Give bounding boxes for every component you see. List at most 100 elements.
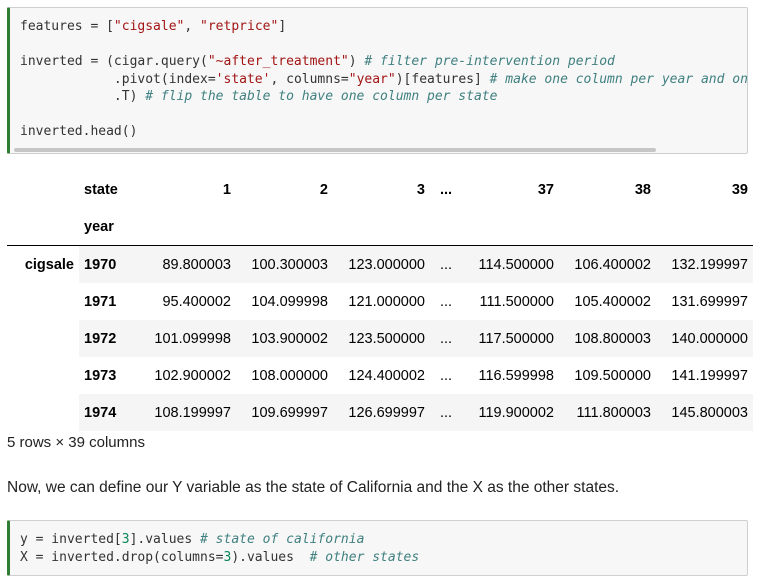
row-group-blank <box>7 394 79 431</box>
table-cell: 109.500000 <box>559 357 656 394</box>
table-cell: 123.500000 <box>333 320 430 357</box>
code-text: X = inverted.drop(columns= <box>20 549 224 565</box>
code-text: y = inverted[ <box>20 532 122 547</box>
table-cell: 141.199997 <box>656 357 753 394</box>
row-group-blank <box>7 320 79 357</box>
index-header-blank <box>7 171 79 208</box>
table-cell: 126.699997 <box>333 394 430 431</box>
code-text: , columns= <box>270 71 349 87</box>
table-row: 1971 95.400002 104.099998 121.000000 ...… <box>7 283 753 320</box>
header-empty <box>462 208 559 246</box>
column-header: 38 <box>634 181 651 198</box>
header-empty <box>559 208 656 246</box>
header-empty <box>139 208 236 246</box>
code-string: "retprice" <box>200 19 279 34</box>
index-header-blank <box>7 208 79 246</box>
column-header: 1 <box>222 181 231 198</box>
row-group-blank <box>7 357 79 394</box>
code-cell-1[interactable]: features = ["cigsale", "retprice"] inver… <box>7 7 748 154</box>
table-cell: 108.199997 <box>139 394 236 431</box>
table-row: 1974 108.199997 109.699997 126.699997 ..… <box>7 394 753 431</box>
table-header-row: state 1 2 3 ... 37 38 39 <box>7 171 753 208</box>
table-cell: 100.300003 <box>236 245 333 283</box>
code-text: , <box>184 19 201 34</box>
table-cell: 131.699997 <box>656 283 753 320</box>
row-group-blank <box>7 283 79 320</box>
row-year: 1972 <box>79 320 139 357</box>
code-comment: # filter pre-intervention period <box>364 54 615 69</box>
table-cell: 101.099998 <box>139 320 236 357</box>
header-empty <box>656 208 753 246</box>
horizontal-scrollbar[interactable] <box>14 148 656 152</box>
table-cell: 108.800003 <box>559 320 656 357</box>
dataframe-shape-note: 5 rows × 39 columns <box>7 434 145 451</box>
column-header: 39 <box>731 181 748 198</box>
markdown-paragraph: Now, we can define our Y variable as the… <box>7 479 620 496</box>
code-comment: # state of california <box>200 532 365 547</box>
header-empty <box>236 208 333 246</box>
table-cell: 103.900002 <box>236 320 333 357</box>
code-comment: # flip the table to have one column per … <box>145 89 498 104</box>
table-cell-ellipsis: ... <box>430 245 462 283</box>
table-cell: 117.500000 <box>462 320 559 357</box>
code-editor-1[interactable]: features = ["cigsale", "retprice"] inver… <box>10 8 747 141</box>
index-level-name: year <box>79 208 139 246</box>
header-empty <box>333 208 430 246</box>
row-year: 1970 <box>79 245 139 283</box>
dataframe-table: state 1 2 3 ... 37 38 39 year cigsale 19… <box>7 171 753 431</box>
code-comment: # make one column per year and one <box>489 71 748 87</box>
table-row: 1972 101.099998 103.900002 123.500000 ..… <box>7 320 753 357</box>
table-cell: 111.500000 <box>462 283 559 320</box>
row-year: 1973 <box>79 357 139 394</box>
table-cell: 104.099998 <box>236 283 333 320</box>
table-cell: 123.000000 <box>333 245 430 283</box>
code-string: 'state' <box>215 71 271 87</box>
table-cell-ellipsis: ... <box>430 357 462 394</box>
table-cell: 111.800003 <box>559 394 656 431</box>
header-empty <box>430 208 462 246</box>
column-header: 3 <box>416 181 425 198</box>
column-header: 37 <box>537 181 554 198</box>
code-string: "cigsale" <box>113 19 185 34</box>
column-level-name: state <box>84 181 118 198</box>
table-cell: 95.400002 <box>139 283 236 320</box>
table-cell-ellipsis: ... <box>430 320 462 357</box>
table-cell: 132.199997 <box>656 245 753 283</box>
code-cell-2[interactable]: y = inverted[3].values # state of califo… <box>7 520 748 576</box>
code-text: inverted = (cigar.query( <box>20 54 208 69</box>
code-text: ).values <box>231 549 310 565</box>
column-header: 2 <box>319 181 328 198</box>
table-cell: 116.599998 <box>462 357 559 394</box>
code-text: ) <box>348 54 365 69</box>
code-text: ] <box>278 19 287 34</box>
table-cell: 121.000000 <box>333 283 430 320</box>
column-header-ellipsis: ... <box>439 181 453 198</box>
code-string: "year" <box>348 71 396 87</box>
code-text: .T) <box>20 89 146 104</box>
table-cell: 105.400002 <box>559 283 656 320</box>
row-year: 1974 <box>79 394 139 431</box>
table-row: cigsale 1970 89.800003 100.300003 123.00… <box>7 245 753 283</box>
table-cell-ellipsis: ... <box>430 394 462 431</box>
code-number: 3 <box>121 532 130 547</box>
row-year: 1971 <box>79 283 139 320</box>
table-cell: 106.400002 <box>559 245 656 283</box>
table-cell: 109.699997 <box>236 394 333 431</box>
table-cell: 124.400002 <box>333 357 430 394</box>
code-comment: # other states <box>309 549 420 565</box>
code-text: ].values <box>129 532 201 547</box>
code-text: features = [ <box>20 19 114 34</box>
code-editor-2[interactable]: y = inverted[3].values # state of califo… <box>10 521 747 566</box>
table-cell: 119.900002 <box>462 394 559 431</box>
code-text: inverted.head() <box>20 124 138 139</box>
row-group-label: cigsale <box>24 256 74 273</box>
table-cell: 114.500000 <box>462 245 559 283</box>
code-text: )[features] <box>395 71 490 87</box>
table-cell-ellipsis: ... <box>430 283 462 320</box>
table-cell: 145.800003 <box>656 394 753 431</box>
table-cell: 89.800003 <box>139 245 236 283</box>
table-cell: 140.000000 <box>656 320 753 357</box>
code-text: .pivot(index= <box>20 71 216 87</box>
table-row: 1973 102.900002 108.000000 124.400002 ..… <box>7 357 753 394</box>
table-cell: 102.900002 <box>139 357 236 394</box>
